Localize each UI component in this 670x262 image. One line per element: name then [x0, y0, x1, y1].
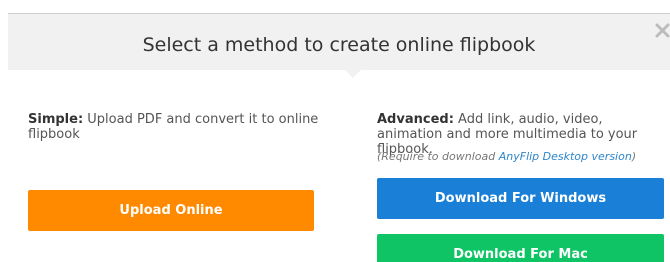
desktop-requirement-note: (Require to download AnyFlip Desktop ver… [377, 150, 669, 163]
advanced-method-label: Advanced: [377, 112, 454, 127]
simple-method-description: Simple: Upload PDF and convert it to onl… [28, 112, 328, 142]
note-suffix: ) [631, 150, 637, 163]
close-icon[interactable] [655, 23, 670, 38]
dialog-title: Select a method to create online flipboo… [142, 34, 536, 56]
anyflip-desktop-link[interactable]: AnyFlip Desktop version [499, 150, 632, 163]
download-mac-button[interactable]: Download For Mac [377, 234, 664, 262]
dialog-header: Select a method to create online flipboo… [8, 14, 670, 78]
create-flipbook-dialog: Select a method to create online flipboo… [0, 0, 670, 262]
download-windows-button[interactable]: Download For Windows [377, 178, 664, 219]
note-prefix: (Require to download [377, 150, 499, 163]
simple-method-label: Simple: [28, 112, 84, 127]
upload-online-button[interactable]: Upload Online [28, 190, 314, 231]
header-pointer [345, 70, 361, 78]
